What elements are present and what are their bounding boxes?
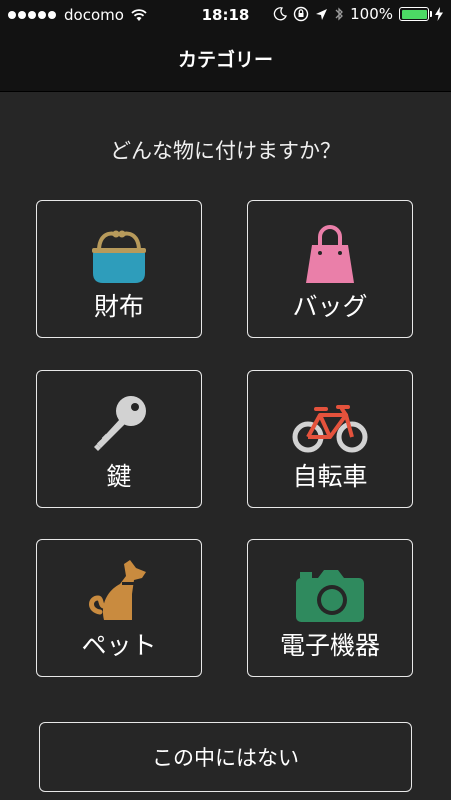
status-bar: docomo 18:18 100% [0, 0, 451, 30]
category-pet-button[interactable]: ペット [36, 539, 202, 677]
key-icon [94, 396, 146, 451]
category-bag-button[interactable]: バッグ [247, 200, 413, 338]
status-right: 100% [267, 5, 443, 23]
category-label: 電子機器 [279, 631, 380, 660]
dog-icon [89, 560, 146, 620]
category-label: バッグ [292, 292, 368, 321]
category-label: ペット [81, 631, 157, 660]
camera-icon [296, 570, 364, 622]
none-of-these-button[interactable]: この中にはない [39, 722, 412, 792]
page-title: カテゴリー [177, 49, 273, 71]
location-icon [316, 8, 328, 20]
charging-icon [435, 7, 443, 21]
category-electronics-button[interactable]: 電子機器 [247, 539, 413, 677]
battery-icon [399, 7, 432, 21]
bluetooth-icon [335, 7, 344, 21]
category-label: 財布 [93, 292, 144, 321]
wallet-icon [92, 230, 146, 283]
category-key-button[interactable]: 鍵 [36, 370, 202, 508]
category-question: どんな物に付けますか？ [110, 139, 341, 163]
category-bicycle-button[interactable]: 自転車 [247, 370, 413, 508]
category-label: 鍵 [106, 462, 132, 491]
bicycle-icon [292, 405, 368, 453]
moon-icon [273, 7, 288, 21]
none-of-these-label: この中にはない [152, 746, 299, 770]
navigation-bar: カテゴリー [0, 30, 451, 92]
category-wallet-button[interactable]: 財布 [36, 200, 202, 338]
rotation-lock-icon [293, 6, 309, 22]
category-label: 自転車 [292, 462, 368, 491]
battery-percent: 100% [350, 5, 393, 23]
bag-icon [306, 225, 354, 283]
